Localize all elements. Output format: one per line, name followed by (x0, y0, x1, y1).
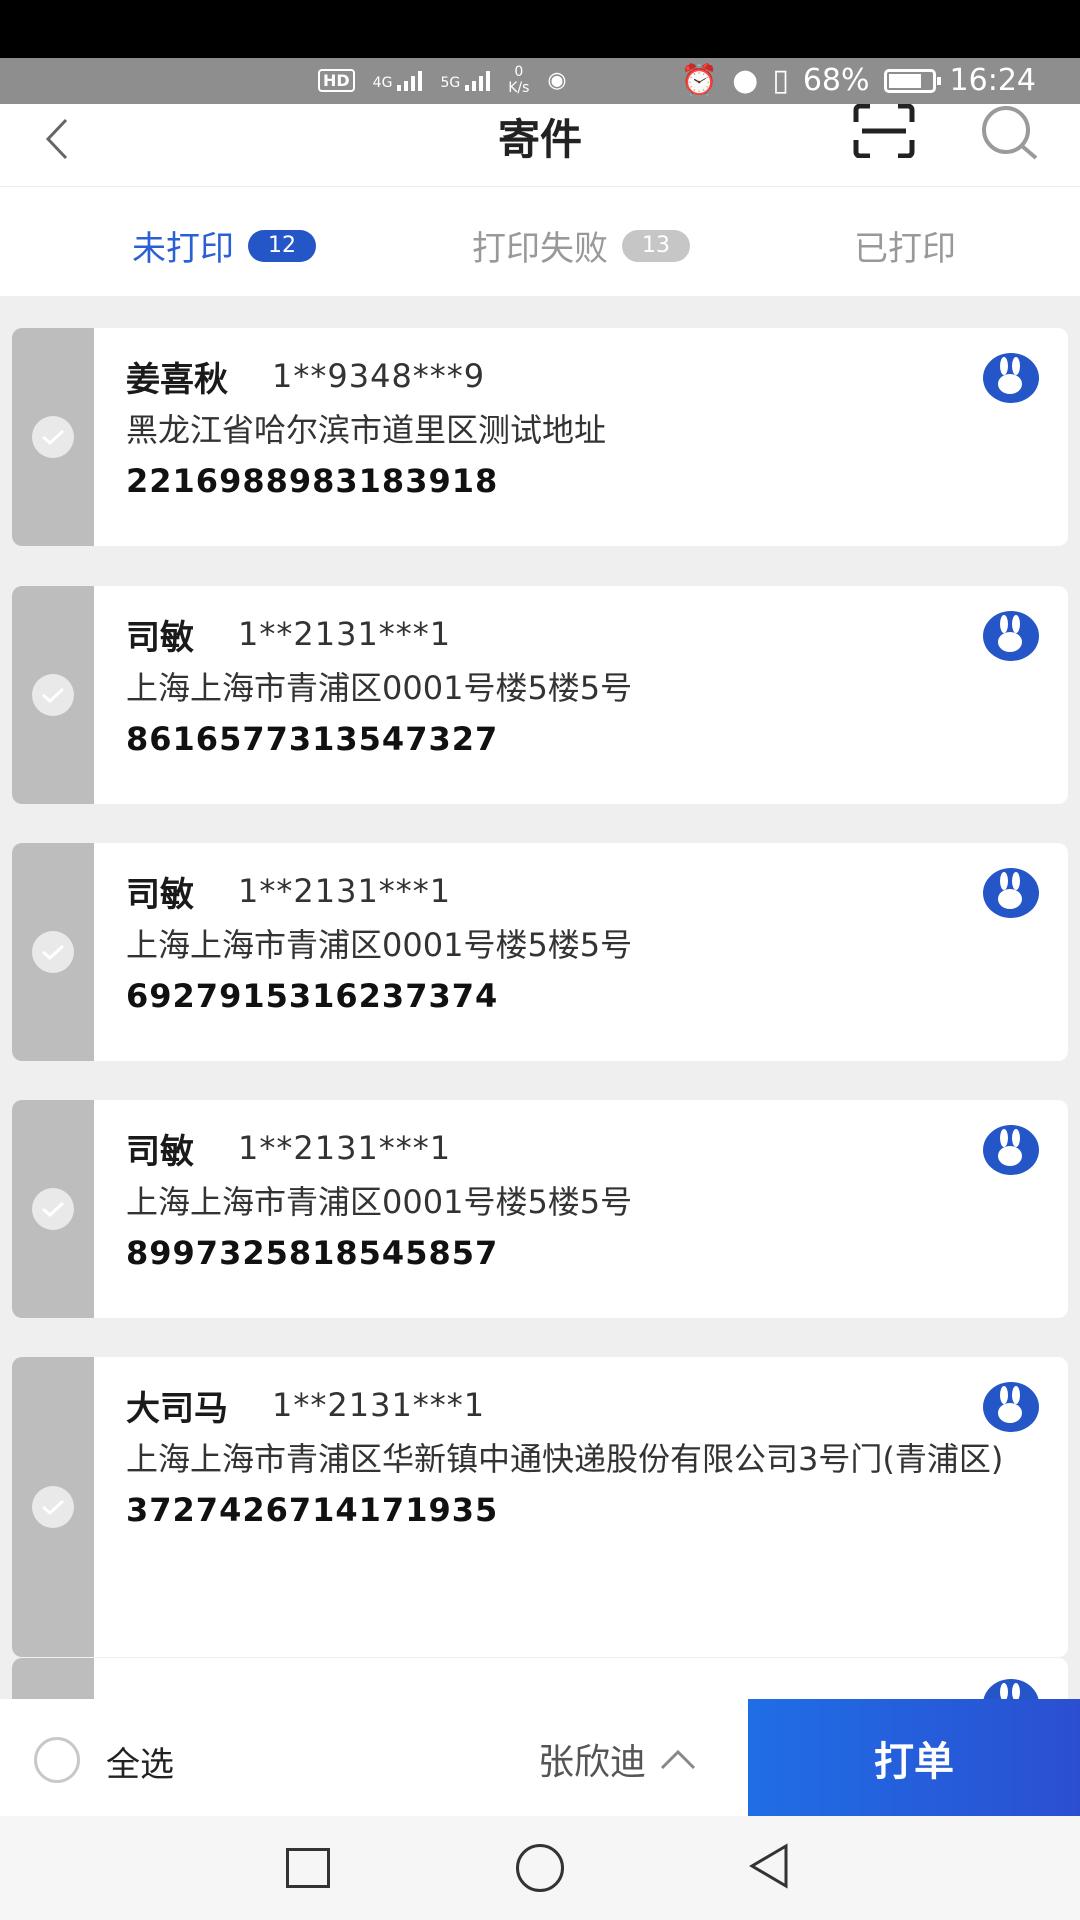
recipient-phone: 1**2131***1 (238, 872, 452, 910)
recipient-phone: 1**2131***1 (272, 1386, 486, 1424)
status-right: ⏰ ● ▯ 68% 16:24 (681, 63, 1036, 98)
order-list[interactable]: 姜喜秋 1**9348***9 黑龙江省哈尔滨市道里区测试地址 22169889… (0, 296, 1080, 1699)
check-icon (42, 944, 65, 961)
waybill-number: 8997325818545857 (126, 1234, 499, 1272)
order-content: 大司马 1**2131***1 上海上海市青浦区华新镇中通快递股份有限公司3号门… (126, 1379, 1038, 1529)
tab-count-badge: 12 (248, 229, 316, 262)
order-checkbox[interactable] (12, 586, 94, 804)
courier-logo-icon (983, 1679, 1039, 1699)
order-card-partial[interactable] (12, 1658, 1068, 1699)
recipient-phone: 1**2131***1 (238, 1129, 452, 1167)
checkbox-circle (32, 1486, 74, 1528)
recipient-name: 姜喜秋 (126, 359, 228, 400)
waybill-number: 8616577313547327 (126, 720, 499, 758)
order-content: 司敏 1**2131***1 上海上海市青浦区0001号楼5楼5号 861657… (126, 608, 1038, 758)
scan-icon[interactable] (852, 104, 916, 158)
order-content: 姜喜秋 1**9348***9 黑龙江省哈尔滨市道里区测试地址 22169889… (126, 350, 1038, 500)
checkbox-circle (32, 674, 74, 716)
battery-icon (883, 68, 941, 93)
hd-icon: HD (318, 68, 355, 92)
select-all-label[interactable]: 全选 (106, 1737, 174, 1786)
alarm-icon: ⏰ (680, 63, 719, 98)
page-title: 寄件 (497, 115, 582, 164)
waybill-number: 6927915316237374 (126, 977, 499, 1015)
order-card[interactable]: 大司马 1**2131***1 上海上海市青浦区华新镇中通快递股份有限公司3号门… (12, 1357, 1068, 1657)
recipient-phone: 1**9348***9 (272, 357, 486, 395)
order-content: 司敏 1**2131***1 上海上海市青浦区0001号楼5楼5号 899732… (126, 1122, 1038, 1272)
vibrate-icon: ▯ (772, 63, 789, 98)
system-nav-bar (0, 1816, 1080, 1920)
check-icon (42, 1499, 65, 1516)
recipient-address: 黑龙江省哈尔滨市道里区测试地址 (126, 411, 607, 449)
order-content: 司敏 1**2131***1 上海上海市青浦区0001号楼5楼5号 692791… (126, 865, 1038, 1015)
recipient-name: 司敏 (126, 617, 194, 658)
status-left: HD 4G 5G 0 K/s ◉ (318, 64, 567, 96)
status-bar-top (0, 0, 1080, 58)
order-checkbox[interactable] (12, 1100, 94, 1318)
search-icon[interactable] (978, 104, 1042, 160)
nav-back-icon[interactable] (746, 1842, 792, 1890)
recipient-name: 司敏 (126, 1131, 194, 1172)
clock: 16:24 (949, 63, 1036, 98)
order-card[interactable]: 司敏 1**2131***1 上海上海市青浦区0001号楼5楼5号 692791… (12, 843, 1068, 1061)
location-icon: ● (732, 63, 759, 98)
waybill-number: 2216988983183918 (126, 462, 499, 500)
battery-percent: 68% (802, 63, 870, 98)
tab-count-badge: 13 (622, 229, 690, 262)
bottom-action-bar: 全选 张欣迪 打单 (0, 1699, 1080, 1816)
order-checkbox[interactable] (12, 843, 94, 1061)
home-icon[interactable] (516, 1844, 564, 1892)
recipient-phone: 1**2131***1 (238, 615, 452, 653)
recipient-name: 大司马 (126, 1388, 228, 1429)
recipient-address: 上海上海市青浦区0001号楼5楼5号 (126, 669, 633, 707)
operator-selector[interactable]: 张欣迪 (538, 1733, 698, 1785)
order-checkbox[interactable] (12, 1658, 94, 1699)
print-button[interactable]: 打单 (748, 1699, 1080, 1816)
order-checkbox[interactable] (12, 328, 94, 546)
order-card[interactable]: 姜喜秋 1**9348***9 黑龙江省哈尔滨市道里区测试地址 22169889… (12, 328, 1068, 546)
operator-name: 张欣迪 (538, 1742, 647, 1783)
checkbox-circle (32, 416, 74, 458)
network-speed: 0 K/s (508, 64, 530, 96)
order-card[interactable]: 司敏 1**2131***1 上海上海市青浦区0001号楼5楼5号 861657… (12, 586, 1068, 804)
chevron-up-icon (660, 1749, 696, 1770)
waybill-number: 3727426714171935 (126, 1491, 499, 1529)
check-icon (42, 687, 65, 704)
app-header: 寄件 (0, 104, 1080, 186)
recent-apps-icon[interactable] (286, 1848, 330, 1888)
recipient-address: 上海上海市青浦区0001号楼5楼5号 (126, 926, 633, 964)
recipient-address: 上海上海市青浦区0001号楼5楼5号 (126, 1183, 633, 1221)
status-bar: HD 4G 5G 0 K/s ◉ ⏰ ● ▯ 68% 16:24 (0, 58, 1080, 104)
status-tabs: 未打印 12 打印失败 13 已打印 (0, 186, 1080, 296)
signal-icon-2: 5G (440, 69, 491, 91)
select-all-radio[interactable] (34, 1737, 80, 1783)
signal-icon-1: 4G (373, 69, 423, 91)
hotspot-icon: ◉ (547, 67, 567, 93)
order-checkbox[interactable] (12, 1357, 94, 1657)
tab-print-failed[interactable]: 打印失败 13 (472, 221, 690, 270)
recipient-name: 司敏 (126, 874, 194, 915)
check-icon (42, 429, 65, 446)
check-icon (42, 1201, 65, 1218)
tab-printed[interactable]: 已打印 (854, 221, 956, 270)
recipient-address: 上海上海市青浦区华新镇中通快递股份有限公司3号门(青浦区) (126, 1440, 1004, 1478)
order-card[interactable]: 司敏 1**2131***1 上海上海市青浦区0001号楼5楼5号 899732… (12, 1100, 1068, 1318)
checkbox-circle (32, 931, 74, 973)
tab-unprinted[interactable]: 未打印 12 (132, 221, 316, 270)
checkbox-circle (32, 1188, 74, 1230)
